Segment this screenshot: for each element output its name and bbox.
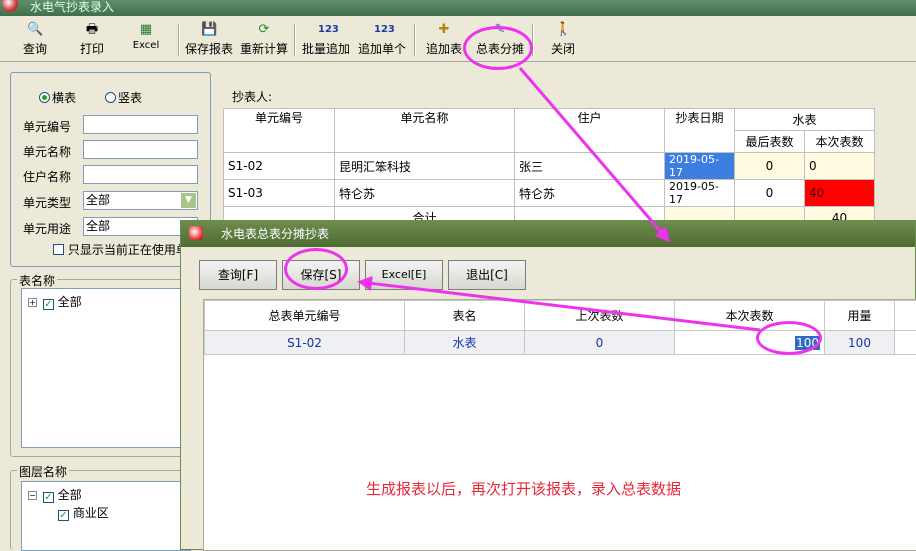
callout-arrows — [0, 0, 916, 550]
arrow-to-save — [360, 282, 760, 330]
arrow-to-dialog — [520, 68, 668, 240]
